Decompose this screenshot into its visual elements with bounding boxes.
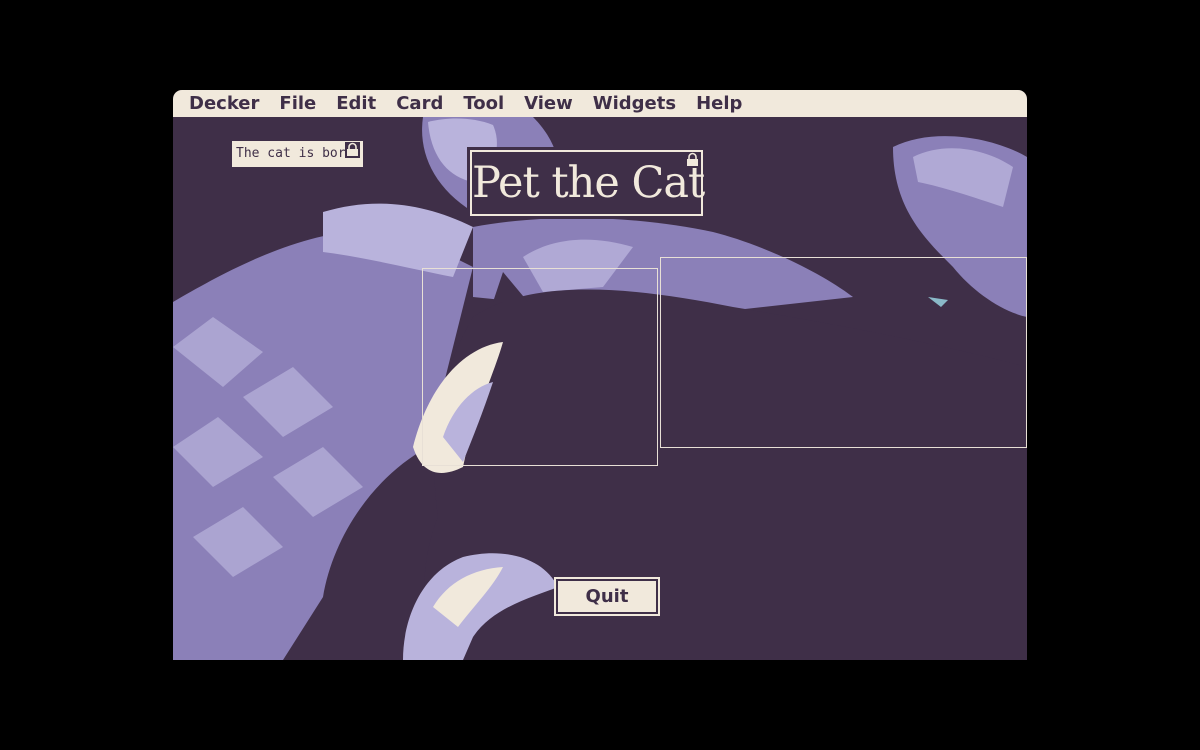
menu-view[interactable]: View	[514, 90, 583, 117]
decker-window: Decker File Edit Card Tool View Widgets …	[173, 90, 1027, 660]
menu-help[interactable]: Help	[686, 90, 752, 117]
title-field: Pet the Cat	[467, 147, 706, 219]
cat-head-hotspot[interactable]	[422, 268, 658, 466]
menu-edit[interactable]: Edit	[326, 90, 386, 117]
lock-icon	[685, 152, 700, 168]
lock-icon	[345, 142, 360, 158]
cat-body-hotspot[interactable]	[660, 257, 1027, 448]
page-title: Pet the Cat	[472, 158, 705, 208]
quit-button[interactable]: Quit	[554, 577, 660, 616]
menu-bar: Decker File Edit Card Tool View Widgets …	[173, 90, 1027, 117]
menu-tool[interactable]: Tool	[453, 90, 514, 117]
status-field: The cat is bored.	[232, 141, 363, 167]
menu-file[interactable]: File	[269, 90, 326, 117]
menu-decker[interactable]: Decker	[179, 90, 269, 117]
menu-widgets[interactable]: Widgets	[583, 90, 686, 117]
menu-card[interactable]: Card	[386, 90, 453, 117]
